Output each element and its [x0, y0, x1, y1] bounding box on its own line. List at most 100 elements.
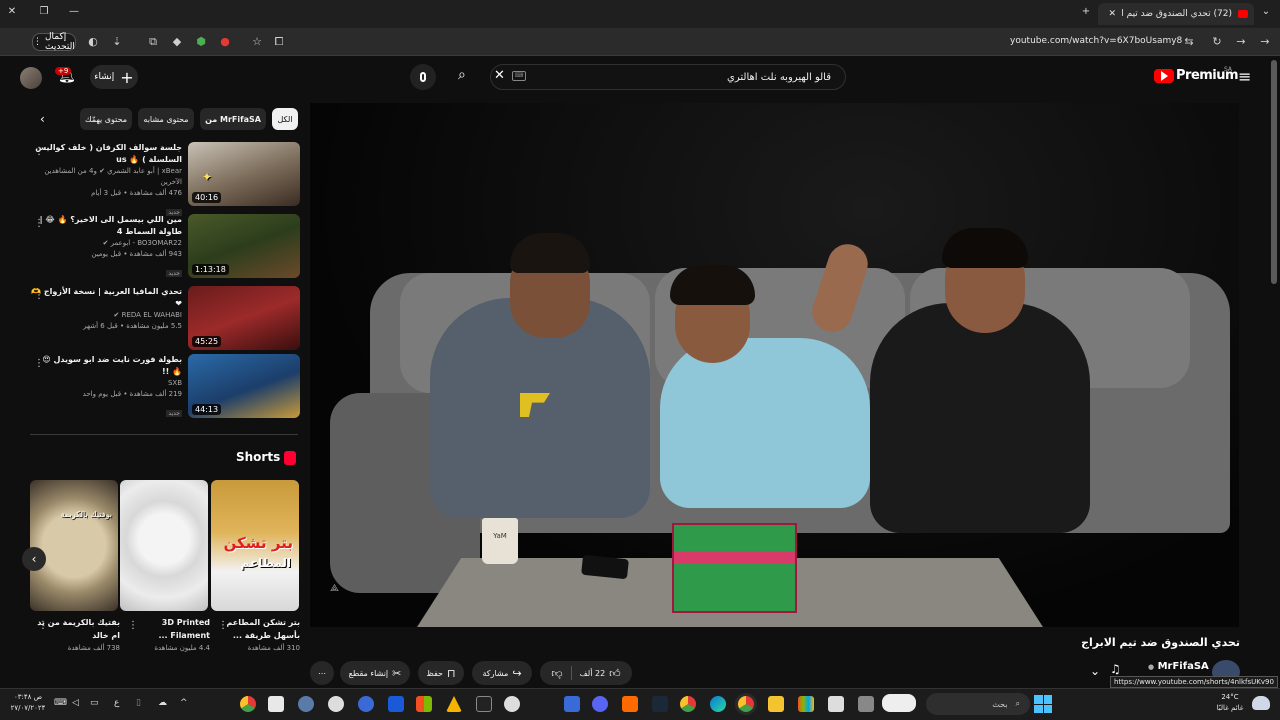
new-tab-icon[interactable]: + [1078, 6, 1094, 17]
share-button[interactable]: ↪ مشاركة [472, 661, 532, 685]
channel-name[interactable]: BO3OMAR22 - ابوعمر ✔ [30, 238, 182, 249]
extension-diamond-icon[interactable]: ◆ [170, 35, 184, 49]
create-button[interactable]: إنشاء + [90, 65, 138, 89]
more-actions-icon[interactable]: ⋮ [218, 620, 228, 631]
tray-overflow-icon[interactable]: ^ [180, 698, 188, 708]
close-window-icon[interactable]: ✕ [4, 6, 20, 17]
chip-interest[interactable]: محتوى يهمّك [80, 108, 132, 130]
chip-from-channel[interactable]: من MrFifaSA [200, 108, 266, 130]
forward-icon[interactable]: → [1234, 35, 1248, 49]
channel-name[interactable]: xBear | أبو عابد الشمري ✔ و4 من المشاهدي… [30, 166, 182, 188]
video-thumbnail[interactable]: 1:13:18 [188, 214, 300, 278]
chip-all[interactable]: الكل [272, 108, 298, 130]
reload-icon[interactable]: ↻ [1210, 35, 1224, 49]
app-taskbar-icon[interactable] [828, 696, 844, 712]
video-thumbnail[interactable]: 44:13 [188, 354, 300, 418]
more-actions-icon[interactable]: ⋮ [34, 218, 44, 229]
screenshot-icon[interactable]: ⧠ [272, 35, 286, 49]
widgets-taskbar-icon[interactable] [882, 694, 916, 712]
bookmark-star-icon[interactable]: ☆ [250, 35, 264, 49]
more-actions-icon[interactable]: ⋮ [38, 620, 48, 631]
guide-menu-icon[interactable]: ≡ [1238, 67, 1251, 86]
list-item[interactable]: 44:13 بطولة فورت نايت ضد ابو سويدل 😍 🔥 !… [20, 354, 300, 418]
like-icon[interactable]: 👍︎ [609, 667, 621, 680]
more-actions-icon[interactable]: ⋮ [128, 620, 138, 631]
chrome-active-taskbar-icon[interactable] [738, 696, 754, 712]
notification-bell-icon[interactable]: ♫ [1110, 662, 1121, 676]
minimize-window-icon[interactable]: — [66, 6, 82, 17]
voice-search-button[interactable] [410, 64, 436, 90]
video-thumbnail[interactable]: 45:25 [188, 286, 300, 350]
edge-taskbar-icon[interactable] [710, 696, 726, 712]
avatar[interactable] [20, 67, 42, 89]
file-explorer-taskbar-icon[interactable] [768, 696, 784, 712]
channel-name[interactable]: SXB [30, 378, 182, 389]
search-icon[interactable]: ⌕ [458, 67, 466, 83]
settings-taskbar-icon[interactable] [298, 696, 314, 712]
clock[interactable]: ۰۳:۴۸ ص ۲۷/۰۷/۲۰۲۴ [8, 692, 48, 714]
network-icon[interactable]: ▭ [90, 698, 99, 708]
short-thumbnail[interactable]: بوفتيك بالكريمة [30, 480, 118, 611]
dislike-icon[interactable]: 👎︎ [551, 667, 562, 680]
video-title[interactable]: جلسة سوالف الكرفان ( خلف كواليس السلسلة … [30, 142, 182, 166]
microphone-tray-icon[interactable]: ▯ [136, 698, 141, 708]
short-thumbnail[interactable]: بتر تشكن المطاعم [211, 480, 299, 611]
app-taskbar-icon[interactable] [268, 696, 284, 712]
input-language[interactable]: ع [114, 698, 119, 708]
list-item[interactable]: 1:13:18 مين اللي بيسمل الى الاخير؟ 🔥 😂 |… [20, 214, 300, 278]
more-actions-button[interactable]: ⋯ [310, 661, 334, 685]
short-thumbnail[interactable] [120, 480, 208, 611]
extensions-puzzle-icon[interactable]: ⧉ [146, 35, 160, 49]
more-actions-icon[interactable]: ⋮ [34, 358, 44, 369]
video-title[interactable]: مين اللي بيسمل الى الاخير؟ 🔥 😂 | طاولة ا… [30, 214, 182, 238]
volume-icon[interactable]: ◁ [72, 698, 79, 708]
video-player[interactable]: YaM ⟁ [310, 103, 1239, 627]
back-icon[interactable]: → [1258, 35, 1272, 49]
epic-games-taskbar-icon[interactable] [476, 696, 492, 712]
video-thumbnail[interactable]: ✦ 40:16 [188, 142, 300, 206]
obs-taskbar-icon[interactable] [328, 696, 344, 712]
weather-widget[interactable]: 24°C غائم غالبًا [1210, 692, 1250, 714]
store-taskbar-icon[interactable] [416, 696, 432, 712]
chrome-taskbar-icon[interactable] [680, 696, 696, 712]
app-taskbar-icon[interactable] [358, 696, 374, 712]
app-taskbar-icon[interactable] [504, 696, 520, 712]
cloud-tray-icon[interactable]: ☁ [158, 698, 167, 708]
extension-shield-icon[interactable]: ⬢ [194, 35, 208, 49]
clip-button[interactable]: ✂ إنشاء مقطع [340, 661, 410, 685]
discord-taskbar-icon[interactable] [592, 696, 608, 712]
extension-icon[interactable]: ◐ [86, 35, 100, 49]
tab-search-icon[interactable]: ⌄ [1258, 6, 1274, 17]
clear-search-icon[interactable]: ✕ [494, 68, 505, 83]
list-item[interactable]: 45:25 تحدي المافيا العربية | نسخة الأزوا… [20, 286, 300, 350]
app-taskbar-icon[interactable] [564, 696, 580, 712]
chrome-taskbar-icon[interactable] [240, 696, 256, 712]
windows-start-icon[interactable] [1034, 695, 1052, 713]
keyboard-icon[interactable]: ⌨ [512, 71, 526, 81]
more-actions-icon[interactable]: ⋮ [34, 146, 44, 157]
like-count[interactable]: 22 ألف [580, 669, 606, 678]
site-settings-icon[interactable]: ⇆ [1182, 35, 1196, 49]
search-input[interactable]: قالو الهيروبه نلت اهالتري [490, 64, 846, 90]
update-browser-button[interactable]: ⋮ إكمال التحديث [32, 32, 76, 52]
restore-window-icon[interactable]: ❐ [36, 6, 52, 17]
app-taskbar-icon[interactable] [858, 696, 874, 712]
subscribe-dropdown-icon[interactable]: ⌄ [1090, 664, 1100, 678]
list-item[interactable]: ✦ 40:16 جلسة سوالف الكرفان ( خلف كواليس … [20, 142, 300, 216]
save-button[interactable]: ⊓ حفظ [418, 661, 464, 685]
steam-taskbar-icon[interactable] [652, 696, 668, 712]
chips-prev-icon[interactable]: ‹ [40, 112, 45, 126]
video-title[interactable]: بطولة فورت نايت ضد ابو سويدل 😍 🔥 !! [30, 354, 182, 378]
browser-tab-active[interactable]: (72) تحدي الصندوق ضد تيم الابرا... ✕ [1098, 3, 1254, 25]
video-title[interactable]: تحدي المافيا العربية | نسخة الأزواج 🫶 ❤ [30, 286, 182, 310]
address-bar[interactable]: youtube.com/watch?v=6X7boUsamy8 [1010, 36, 1182, 46]
downloads-icon[interactable]: ⇣ [110, 35, 124, 49]
battery-icon[interactable]: ⌨ [54, 698, 67, 708]
extension-red-icon[interactable]: ● [218, 35, 232, 49]
taskbar-search[interactable]: ⌕ بحث [926, 693, 1030, 715]
channel-name[interactable]: ● MrFifaSA [1148, 661, 1209, 672]
chip-similar[interactable]: محتوى مشابه [138, 108, 194, 130]
close-tab-icon[interactable]: ✕ [1108, 9, 1116, 19]
app-taskbar-icon[interactable] [798, 696, 814, 712]
app-taskbar-icon[interactable] [622, 696, 638, 712]
